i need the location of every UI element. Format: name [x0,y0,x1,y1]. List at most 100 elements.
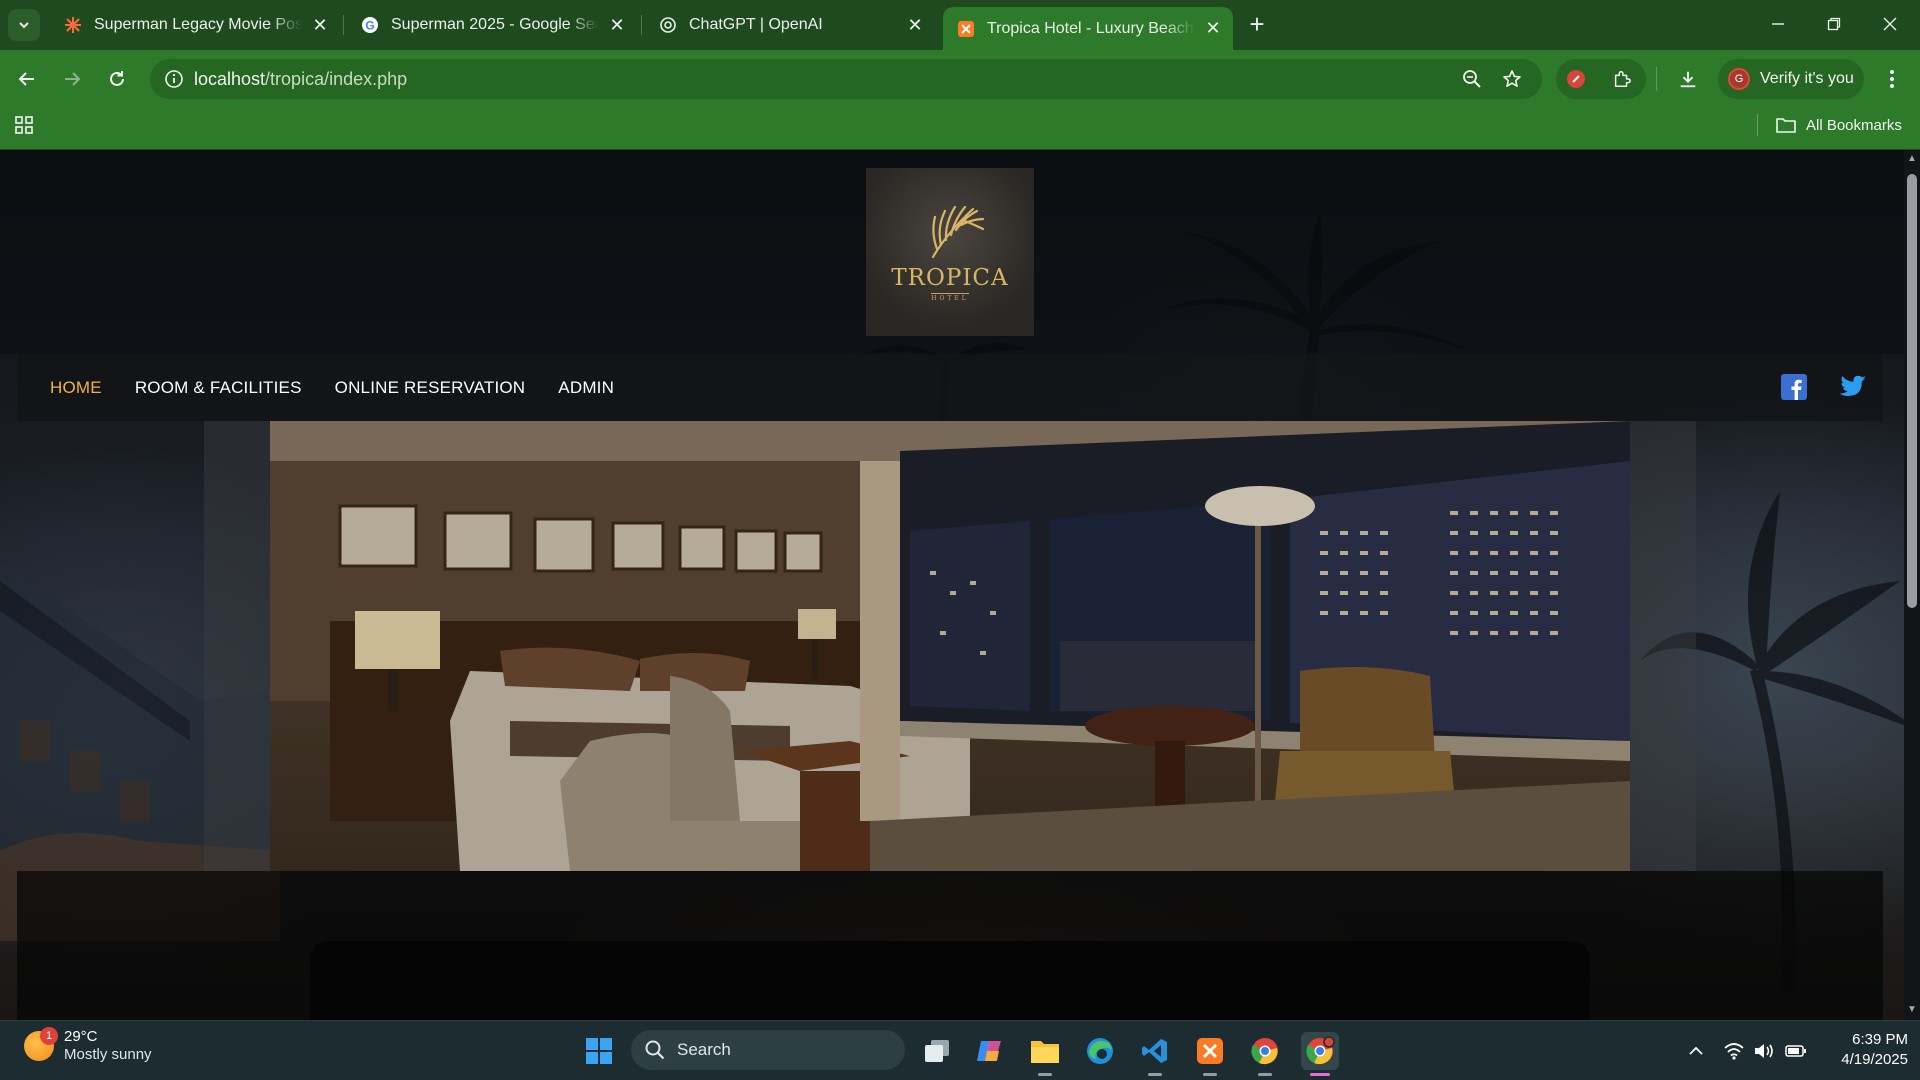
close-icon[interactable]: ✕ [905,15,925,35]
search-icon [645,1040,665,1060]
tab-google-search[interactable]: G Superman 2025 - Google Search ✕ [347,7,637,43]
url-text[interactable]: localhost/tropica/index.php [194,69,407,90]
clock-time: 6:39 PM [1852,1031,1908,1048]
volume-icon[interactable] [1753,1040,1775,1062]
running-indicator [1203,1073,1217,1076]
google-icon: G [361,16,379,34]
chevron-down-icon [19,22,29,29]
download-icon[interactable] [1678,69,1698,89]
copilot-icon[interactable] [971,1032,1009,1070]
bookmark-star-icon[interactable] [1502,69,1522,89]
tab-search-button[interactable] [8,9,40,41]
tab-tropica-hotel[interactable]: Tropica Hotel - Luxury Beach Resort ✕ [943,7,1233,50]
zoom-icon[interactable] [1462,69,1482,89]
windows-taskbar [0,1020,1920,1080]
tab-superman-poster[interactable]: Superman Legacy Movie Poster ✕ [50,7,340,43]
browser-toolbar: localhost/tropica/index.php G Verify it'… [0,50,1920,108]
svg-text:G: G [365,19,374,33]
logo-text: TROPICA [891,264,1009,291]
tab-title: Superman 2025 - Google Search [391,16,599,33]
new-tab-button[interactable]: + [1243,11,1271,39]
running-indicator [1038,1073,1052,1076]
site-info-icon[interactable] [154,59,194,99]
nav-admin[interactable]: ADMIN [558,378,614,398]
nav-home[interactable]: HOME [50,378,102,398]
taskbar-search[interactable]: Search [631,1030,905,1070]
close-icon[interactable]: ✕ [310,15,330,35]
page-viewport: TROPICA HOTEL HOME ROOM & FACILITIES ONL… [0,151,1920,1020]
burst-icon [64,16,82,34]
tropica-logo[interactable]: TROPICA HOTEL [866,168,1034,336]
verify-label: Verify it's you [1760,70,1854,87]
weather-condition: Mostly sunny [64,1046,152,1063]
xampp-taskbar-icon[interactable] [1191,1032,1229,1070]
tab-separator [343,15,344,35]
tab-title: Tropica Hotel - Luxury Beach Resort [987,19,1195,37]
restore-icon [1827,17,1841,31]
avatar: G [1728,68,1750,90]
running-indicator [1148,1073,1162,1076]
address-bar[interactable]: localhost/tropica/index.php [150,59,1542,99]
battery-icon[interactable] [1785,1040,1807,1062]
active-indicator [1310,1073,1330,1076]
arrow-left-icon [18,72,34,86]
apps-grid-icon[interactable] [14,115,34,140]
all-bookmarks-button[interactable]: All Bookmarks [1776,112,1902,138]
chrome-icon[interactable] [1246,1032,1284,1070]
all-bookmarks-label: All Bookmarks [1806,116,1902,134]
windows-logo-icon [586,1038,612,1064]
arrow-right-icon [65,72,81,86]
reload-icon [110,71,124,86]
close-icon[interactable]: ✕ [607,15,627,35]
back-button[interactable] [12,64,42,94]
close-window-button[interactable] [1862,0,1918,48]
vscode-icon[interactable] [1136,1032,1174,1070]
clock-date: 4/19/2025 [1841,1051,1908,1068]
close-icon [1883,17,1897,31]
scrollbar-thumb[interactable] [1907,174,1917,608]
minimize-button[interactable] [1750,0,1806,48]
twitter-icon[interactable] [1839,373,1867,401]
search-placeholder: Search [677,1040,731,1059]
file-explorer-icon[interactable] [1026,1032,1064,1070]
toolbar-divider [1656,67,1657,91]
xampp-icon [957,20,975,38]
task-view-icon[interactable] [918,1032,956,1070]
close-icon[interactable]: ✕ [1203,18,1223,39]
scroll-down-arrow[interactable]: ▼ [1904,1004,1920,1016]
facebook-icon[interactable] [1780,373,1808,401]
start-button[interactable] [580,1032,618,1070]
openai-icon [659,16,677,34]
notification-badge: 1 [40,1027,58,1045]
tab-chatgpt[interactable]: ChatGPT | OpenAI ✕ [645,7,935,43]
folder-icon [1776,118,1796,133]
sun-icon: 1 [24,1027,58,1061]
palm-leaf-icon [931,205,985,258]
tab-separator [641,15,642,35]
edge-icon[interactable] [1081,1032,1119,1070]
reload-button[interactable] [102,64,132,94]
kebab-menu-icon[interactable] [1882,69,1902,89]
content-panel [310,941,1590,1020]
hotel-room-slide-image[interactable] [270,421,1630,871]
url-host: localhost [194,68,266,89]
forward-button[interactable] [57,64,87,94]
profile-verify-button[interactable]: G Verify it's you [1718,59,1864,99]
minimize-icon [1772,23,1784,25]
puzzle-icon[interactable] [1612,69,1632,89]
url-path: /tropica/index.php [265,68,408,89]
restore-button[interactable] [1806,0,1862,48]
nav-room-facilities[interactable]: ROOM & FACILITIES [135,378,302,398]
tab-title: ChatGPT | OpenAI [689,16,823,33]
chevron-up-icon[interactable] [1685,1040,1707,1062]
weather-widget[interactable]: 1 29°C Mostly sunny [24,1027,152,1064]
weather-temperature: 29°C [64,1028,98,1045]
wifi-icon[interactable] [1723,1040,1745,1062]
extension-red-icon[interactable] [1566,69,1586,89]
system-clock[interactable]: 6:39 PM 4/19/2025 [1808,1030,1908,1070]
chrome-profile-icon[interactable] [1301,1032,1339,1070]
bookmarks-bar [0,108,1920,150]
nav-online-reservation[interactable]: ONLINE RESERVATION [335,378,526,398]
scroll-up-arrow[interactable]: ▲ [1904,153,1920,165]
main-navigation: HOME ROOM & FACILITIES ONLINE RESERVATIO… [17,354,1883,421]
